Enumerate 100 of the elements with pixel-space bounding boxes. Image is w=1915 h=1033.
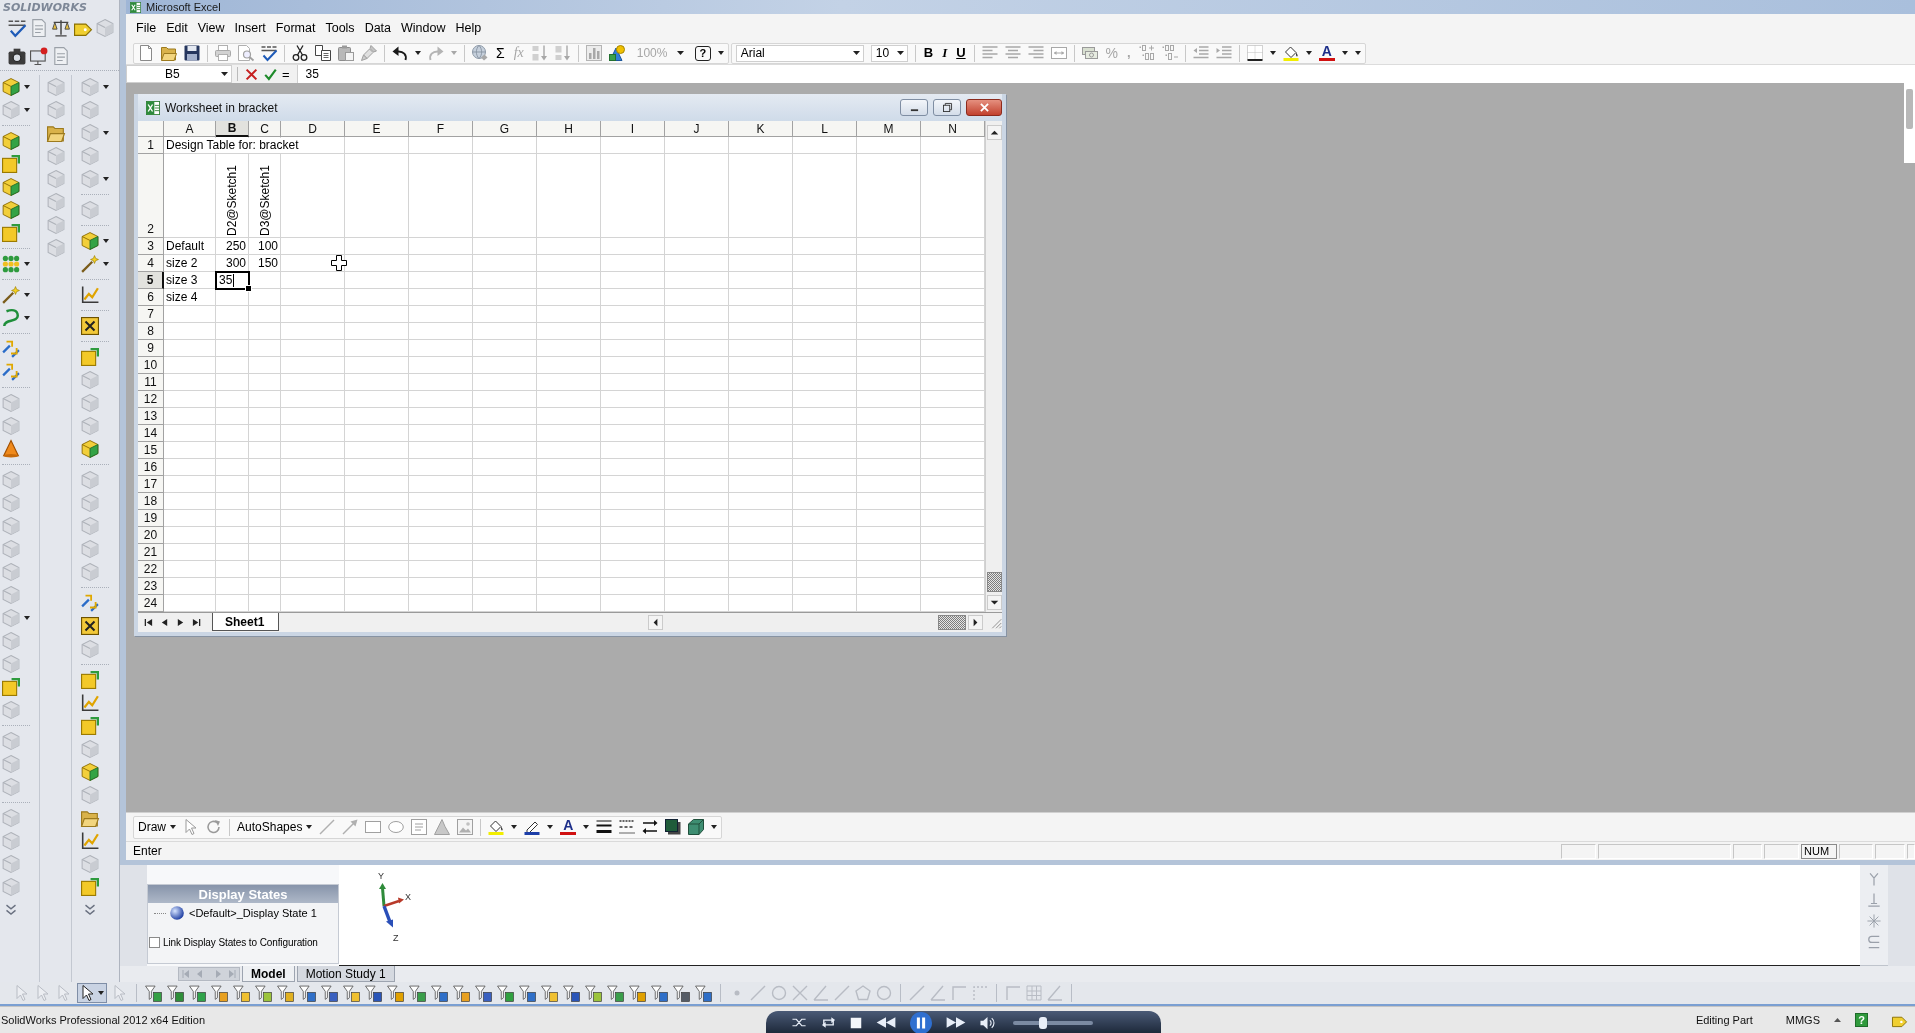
folder-icon[interactable]: [47, 123, 65, 142]
checkbox[interactable]: [149, 937, 160, 948]
filter-icon[interactable]: [145, 984, 162, 1002]
fill-handle[interactable]: [245, 285, 252, 292]
row-header[interactable]: 7: [138, 306, 164, 323]
filter-icon[interactable]: [299, 984, 316, 1002]
cube-icon[interactable]: [2, 77, 20, 96]
menu-item[interactable]: Data: [359, 18, 397, 38]
vertical-scrollbar[interactable]: [985, 121, 1002, 612]
caret-icon[interactable]: [103, 84, 109, 89]
caret-icon[interactable]: [415, 51, 421, 55]
filter-icon[interactable]: [651, 984, 668, 1002]
wand-icon[interactable]: [2, 285, 20, 304]
font-color-button[interactable]: A: [1318, 45, 1335, 61]
menu-item[interactable]: Insert: [229, 18, 271, 38]
cube-icon[interactable]: [81, 762, 99, 781]
cell-input[interactable]: 35: [216, 272, 249, 289]
name-box[interactable]: B5: [126, 65, 232, 83]
rotate-icon[interactable]: [206, 819, 222, 835]
filter-icon[interactable]: [475, 984, 492, 1002]
cube-icon[interactable]: [2, 177, 20, 196]
filter-icon[interactable]: [233, 984, 250, 1002]
paint-bucket-icon[interactable]: [1282, 45, 1299, 61]
caret-icon[interactable]: [24, 292, 30, 297]
sort-ascending-icon[interactable]: [531, 45, 548, 61]
formula-input[interactable]: 35: [296, 65, 1915, 83]
row-header[interactable]: 5: [138, 272, 164, 289]
arrows-icon[interactable]: [81, 593, 99, 612]
cube-icon[interactable]: [2, 200, 20, 219]
filter-icon[interactable]: [629, 984, 646, 1002]
filter-icon[interactable]: [343, 984, 360, 1002]
box-icon[interactable]: [81, 347, 99, 366]
redo-icon[interactable]: [428, 45, 444, 61]
column-header[interactable]: E: [345, 121, 409, 137]
perpendicular-icon[interactable]: [1867, 893, 1881, 907]
caret-icon[interactable]: [896, 51, 904, 55]
row-header[interactable]: 6: [138, 289, 164, 306]
row-header[interactable]: 10: [138, 357, 164, 374]
scroll-down-icon[interactable]: [986, 595, 1002, 610]
column-header[interactable]: H: [537, 121, 601, 137]
minimize-button[interactable]: [900, 99, 928, 116]
row-header[interactable]: 17: [138, 476, 164, 493]
chart-icon[interactable]: [81, 285, 99, 304]
text-box-icon[interactable]: [411, 819, 428, 835]
filter-icon[interactable]: [585, 984, 602, 1002]
dot-grid-icon[interactable]: [2, 254, 20, 273]
row-header[interactable]: 12: [138, 391, 164, 408]
column-header[interactable]: A: [164, 121, 216, 137]
folder-icon[interactable]: [161, 45, 177, 61]
scroll-left-icon[interactable]: [648, 615, 663, 630]
filter-icon[interactable]: [189, 984, 206, 1002]
menu-item[interactable]: Tools: [320, 18, 360, 38]
select-tool-button[interactable]: [77, 983, 107, 1003]
filter-icon[interactable]: [453, 984, 470, 1002]
decrease-indent-icon[interactable]: [1192, 45, 1209, 61]
close-button[interactable]: [966, 99, 1002, 116]
draw-menu-button[interactable]: Draw: [138, 820, 176, 834]
column-header[interactable]: G: [473, 121, 537, 137]
align-right-icon[interactable]: [1027, 45, 1044, 61]
filter-icon[interactable]: [211, 984, 228, 1002]
scrollbar-thumb[interactable]: [1906, 89, 1913, 129]
caret-icon[interactable]: [221, 72, 228, 76]
bar-chart-icon[interactable]: [585, 45, 602, 61]
column-header[interactable]: J: [665, 121, 729, 137]
row-header[interactable]: 20: [138, 527, 164, 544]
tree-item[interactable]: <Default>_Display State 1: [188, 907, 318, 919]
menu-item[interactable]: Window: [396, 18, 451, 38]
first-sheet-arrow-icon[interactable]: [144, 618, 153, 627]
scissors-icon[interactable]: [292, 45, 308, 61]
caret-icon[interactable]: [103, 130, 109, 135]
font-field[interactable]: Arial: [735, 44, 864, 62]
horizontal-scrollbar[interactable]: [648, 614, 983, 631]
restore-button[interactable]: [933, 99, 961, 116]
arrow-style-icon[interactable]: [642, 819, 659, 835]
caret-icon[interactable]: [103, 261, 109, 266]
line-icon[interactable]: [319, 819, 336, 835]
tab[interactable]: Model: [242, 966, 295, 982]
box-icon[interactable]: [2, 154, 20, 173]
x-box-icon[interactable]: [81, 316, 99, 335]
filter-icon[interactable]: [497, 984, 514, 1002]
filter-icon[interactable]: [365, 984, 382, 1002]
caret-icon[interactable]: [1834, 1018, 1841, 1022]
box-icon[interactable]: [81, 877, 99, 896]
column-header[interactable]: I: [601, 121, 665, 137]
slider-thumb[interactable]: [1038, 1016, 1047, 1029]
undo-icon[interactable]: [392, 45, 408, 61]
double-chevron-icon[interactable]: [5, 903, 17, 916]
shadow-icon[interactable]: [665, 819, 682, 835]
row-header[interactable]: 18: [138, 493, 164, 510]
balance-scale-icon[interactable]: [52, 19, 70, 37]
column-header[interactable]: C: [249, 121, 281, 137]
row-header[interactable]: 13: [138, 408, 164, 425]
caret-icon[interactable]: [103, 176, 109, 181]
arrow-icon[interactable]: [342, 819, 359, 835]
next-sheet-arrow-icon[interactable]: [176, 618, 185, 627]
caret-icon[interactable]: [511, 825, 518, 829]
menu-item[interactable]: View: [192, 18, 230, 38]
spell-check-icon[interactable]: [261, 45, 277, 61]
pointer-icon[interactable]: [183, 819, 199, 835]
banknotes-icon[interactable]: [1081, 45, 1098, 61]
